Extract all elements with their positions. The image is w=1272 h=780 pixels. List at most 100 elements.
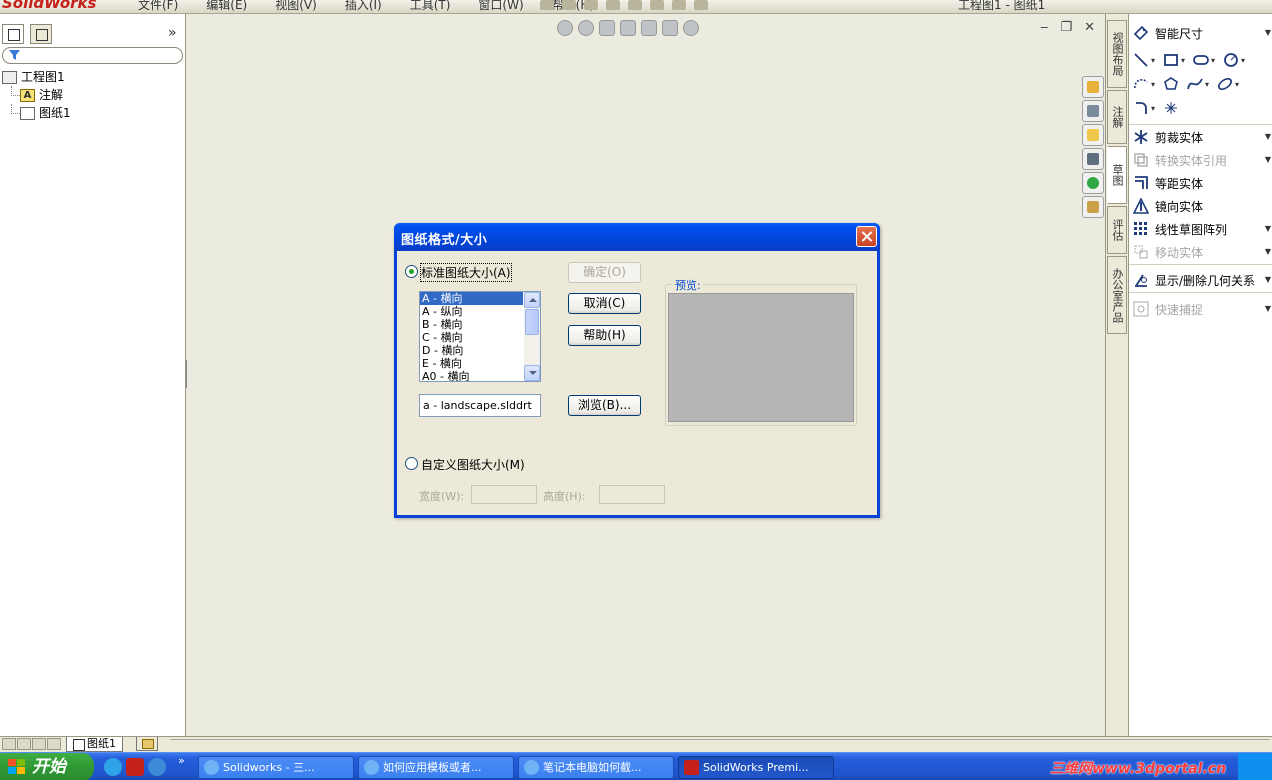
move-entities-button[interactable]: 移动实体 ▼ <box>1129 241 1272 263</box>
dropdown-arrow-icon[interactable]: ▾ <box>1151 104 1155 113</box>
tab-evaluate[interactable]: 评估 <box>1107 206 1127 254</box>
height-field[interactable] <box>599 485 665 504</box>
dropdown-arrow-icon[interactable]: ▾ <box>1211 56 1215 65</box>
rectangle-icon[interactable] <box>1163 52 1179 68</box>
zoom-to-fit-icon[interactable] <box>557 20 573 36</box>
appearances-tab[interactable] <box>1082 172 1104 194</box>
sheet-size-list[interactable]: A - 横向 A - 纵向 B - 横向 C - 横向 D - 横向 E - 横… <box>419 291 541 382</box>
spline-icon[interactable] <box>1187 76 1203 92</box>
close-icon[interactable] <box>856 226 877 247</box>
dropdown-arrow-icon[interactable]: ▾ <box>1205 80 1209 89</box>
list-item[interactable]: D - 横向 <box>420 344 523 357</box>
dropdown-arrow-icon[interactable]: ▾ <box>1241 56 1245 65</box>
resources-tab[interactable] <box>1082 76 1104 98</box>
list-item[interactable]: A - 纵向 <box>420 305 523 318</box>
taskbar-button-browser-3[interactable]: 笔记本电脑如何截... <box>518 756 674 779</box>
list-item[interactable]: A - 横向 <box>420 292 523 305</box>
arc-icon[interactable] <box>1133 76 1149 92</box>
circle-icon[interactable] <box>1223 52 1239 68</box>
last-sheet-icon[interactable] <box>47 738 61 750</box>
restore-icon[interactable]: ❐ <box>1060 20 1072 35</box>
ie-icon[interactable] <box>148 758 166 776</box>
dropdown-arrow-icon[interactable]: ▼ <box>1265 304 1271 313</box>
first-sheet-icon[interactable] <box>2 738 16 750</box>
section-view-icon[interactable] <box>641 20 657 36</box>
list-item[interactable]: C - 横向 <box>420 331 523 344</box>
previous-sheet-icon[interactable] <box>17 738 31 750</box>
menu-view[interactable]: 视图(V) <box>261 0 331 13</box>
taskbar-button-browser-2[interactable]: 如何应用模板或者... <box>358 756 514 779</box>
display-delete-relations-button[interactable]: 显示/删除几何关系 ▼ <box>1129 269 1272 291</box>
browse-button[interactable]: 浏览(B)... <box>568 395 641 416</box>
sheet-format-file-field[interactable]: a - landscape.slddrt <box>419 394 541 417</box>
tab-annotation[interactable]: 注解 <box>1107 90 1127 144</box>
open-icon[interactable] <box>562 0 576 10</box>
tab-view-layout[interactable]: 视图布局 <box>1107 20 1127 88</box>
hide-show-items-icon[interactable] <box>683 20 699 36</box>
close-icon[interactable]: ✕ <box>1084 20 1095 35</box>
options-icon[interactable] <box>694 0 708 10</box>
quick-snaps-button[interactable]: 快速捕捉 ▼ <box>1129 298 1272 320</box>
help-button[interactable]: 帮助(H) <box>568 325 641 346</box>
tree-root[interactable]: 工程图1 <box>2 68 71 86</box>
dropdown-arrow-icon[interactable]: ▼ <box>1265 28 1271 37</box>
dropdown-arrow-icon[interactable]: ▼ <box>1265 132 1271 141</box>
custom-size-label[interactable]: 自定义图纸大小(M) <box>421 456 525 473</box>
dropdown-arrow-icon[interactable]: ▼ <box>1265 155 1271 164</box>
trim-entities-button[interactable]: 剪裁实体 ▼ <box>1129 126 1272 148</box>
filter-field[interactable] <box>2 47 183 64</box>
qq-icon[interactable] <box>104 758 122 776</box>
zoom-to-area-icon[interactable] <box>578 20 594 36</box>
expand-chevron-icon[interactable]: » <box>168 25 177 41</box>
dropdown-arrow-icon[interactable]: ▾ <box>1181 56 1185 65</box>
dropdown-arrow-icon[interactable]: ▾ <box>1151 80 1155 89</box>
list-item[interactable]: B - 横向 <box>420 318 523 331</box>
taskbar-button-solidworks[interactable]: SolidWorks Premi... <box>678 756 834 779</box>
custom-properties-tab[interactable] <box>1082 196 1104 218</box>
next-sheet-icon[interactable] <box>32 738 46 750</box>
scroll-down-icon[interactable] <box>524 365 540 381</box>
linear-sketch-pattern-button[interactable]: 线性草图阵列 ▼ <box>1129 218 1272 240</box>
smart-dimension-button[interactable]: 智能尺寸 ▼ <box>1129 22 1272 44</box>
taskbar-button-browser-1[interactable]: Solidworks - 三... <box>198 756 354 779</box>
standard-size-radio[interactable] <box>405 265 418 278</box>
dropdown-arrow-icon[interactable]: ▼ <box>1265 275 1271 284</box>
menu-insert[interactable]: 插入(I) <box>331 0 396 13</box>
dropdown-arrow-icon[interactable]: ▾ <box>1151 56 1155 65</box>
dialog-titlebar[interactable]: 图纸格式/大小 <box>394 223 880 251</box>
save-icon[interactable] <box>584 0 598 10</box>
tab-sketch[interactable]: 草图 <box>1107 146 1127 204</box>
view-orientation-icon[interactable] <box>662 20 678 36</box>
feature-tree-tab[interactable] <box>2 24 24 44</box>
property-manager-tab[interactable] <box>30 24 52 44</box>
start-button[interactable]: 开始 <box>0 753 94 780</box>
convert-entities-button[interactable]: 转换实体引用 ▼ <box>1129 149 1272 171</box>
list-item[interactable]: E - 横向 <box>420 357 523 370</box>
fillet-icon[interactable] <box>1133 100 1149 116</box>
offset-entities-button[interactable]: 等距实体 <box>1129 172 1272 194</box>
menu-edit[interactable]: 编辑(E) <box>192 0 261 13</box>
add-sheet-icon[interactable] <box>136 737 158 751</box>
point-icon[interactable] <box>1163 100 1179 116</box>
scroll-up-icon[interactable] <box>524 292 540 308</box>
width-field[interactable] <box>471 485 537 504</box>
horizontal-scrollbar[interactable] <box>170 739 1270 750</box>
minimize-icon[interactable]: ‒ <box>1040 20 1048 35</box>
tree-item-annotations[interactable]: A 注解 <box>2 86 71 104</box>
undo-icon[interactable] <box>628 0 642 10</box>
design-library-tab[interactable] <box>1082 100 1104 122</box>
select-icon[interactable] <box>650 0 664 10</box>
view-palette-tab[interactable] <box>1082 148 1104 170</box>
dropdown-arrow-icon[interactable]: ▾ <box>1235 80 1239 89</box>
solidworks-icon[interactable] <box>126 758 144 776</box>
ellipse-icon[interactable] <box>1217 76 1233 92</box>
slot-icon[interactable] <box>1193 52 1209 68</box>
ok-button[interactable]: 确定(O) <box>568 262 641 283</box>
custom-size-radio[interactable] <box>405 457 418 470</box>
file-explorer-tab[interactable] <box>1082 124 1104 146</box>
new-icon[interactable] <box>540 0 554 10</box>
dropdown-arrow-icon[interactable]: ▼ <box>1265 247 1271 256</box>
rebuild-icon[interactable] <box>672 0 686 10</box>
menu-file[interactable]: 文件(F) <box>124 0 192 13</box>
tab-office-products[interactable]: 办公室产品 <box>1107 256 1127 334</box>
